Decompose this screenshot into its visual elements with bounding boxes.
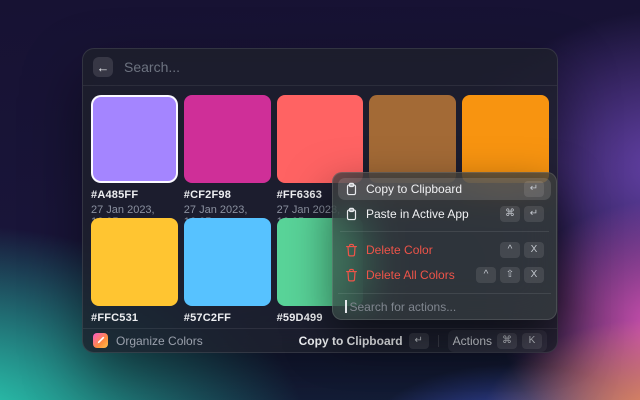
action-menu-items: Copy to Clipboard ↵ Paste in Active App ⌘↵ D…: [338, 178, 551, 293]
command-key-badge: ⌘: [497, 333, 517, 349]
color-swatch[interactable]: [91, 95, 178, 183]
actions-label: Actions: [453, 334, 492, 348]
clipboard-icon: [345, 207, 358, 221]
action-menu: Copy to Clipboard ↵ Paste in Active App ⌘↵ D…: [332, 172, 557, 320]
organize-colors-app-icon: [93, 333, 108, 348]
color-hex-label: #CF2F98: [184, 189, 271, 201]
color-swatch[interactable]: [369, 95, 456, 183]
color-swatch[interactable]: [462, 95, 549, 183]
footer-bar: Organize Colors Copy to Clipboard ↵ Acti…: [83, 328, 557, 352]
color-hex-label: #FFC531: [91, 312, 178, 324]
back-button[interactable]: ←: [93, 57, 113, 77]
menu-item-label: Delete All Colors: [366, 268, 455, 282]
shortcut-key-badge: ⇧: [500, 267, 520, 283]
pen-icon: [96, 332, 105, 350]
menu-divider: [340, 231, 549, 232]
menu-item-label: Delete Color: [366, 243, 433, 257]
menu-item-shortcuts: ^⇧X: [476, 267, 544, 283]
trash-icon: [345, 268, 358, 282]
shortcut-key-badge: X: [524, 242, 544, 258]
color-hex-label: #57C2FF: [184, 312, 271, 324]
action-search-field[interactable]: Search for actions...: [338, 293, 551, 319]
menu-item[interactable]: Paste in Active App ⌘↵: [338, 203, 551, 225]
back-arrow-icon: ←: [97, 61, 110, 74]
footer-divider: [438, 335, 439, 347]
shortcut-key-badge: ^: [476, 267, 496, 283]
color-swatch[interactable]: [184, 218, 271, 306]
shortcut-key-badge: X: [524, 267, 544, 283]
menu-item-shortcuts: ⌘↵: [500, 206, 544, 222]
footer-actions: Copy to Clipboard ↵ Actions ⌘ K: [299, 330, 547, 352]
shortcut-key-badge: ^: [500, 242, 520, 258]
primary-action-label[interactable]: Copy to Clipboard: [299, 334, 403, 348]
shortcut-key-badge: ↵: [524, 181, 544, 197]
search-bar: ←: [83, 49, 557, 86]
color-cell[interactable]: #FFC53127 Jan 2023, 16:05: [91, 218, 178, 328]
color-hex-label: #A485FF: [91, 189, 178, 201]
color-swatch[interactable]: [184, 95, 271, 183]
actions-button[interactable]: Actions ⌘ K: [448, 330, 547, 352]
shortcut-key-badge: ↵: [524, 206, 544, 222]
trash-icon: [345, 243, 358, 257]
menu-item-shortcuts: ^X: [500, 242, 544, 258]
menu-item[interactable]: Delete All Colors ^⇧X: [338, 264, 551, 286]
menu-item-label: Copy to Clipboard: [366, 182, 462, 196]
color-swatch[interactable]: [91, 218, 178, 306]
text-cursor: [345, 300, 347, 313]
color-cell[interactable]: #A485FF27 Jan 2023, 16:05: [91, 95, 178, 218]
return-key-badge: ↵: [409, 333, 429, 349]
shortcut-key-badge: ⌘: [500, 206, 520, 222]
menu-item-label: Paste in Active App: [366, 207, 469, 221]
menu-item-shortcuts: ↵: [524, 181, 544, 197]
color-swatch[interactable]: [277, 95, 364, 183]
color-cell[interactable]: #CF2F9827 Jan 2023, 16:05: [184, 95, 271, 218]
k-key-badge: K: [522, 333, 542, 349]
clipboard-icon: [345, 182, 358, 196]
screen: ← #A485FF27 Jan 2023, 16:05#CF2F9827 Jan…: [0, 0, 640, 400]
color-cell[interactable]: #57C2FF27 Jan 2023, 16:05: [184, 218, 271, 328]
search-input[interactable]: [124, 59, 547, 75]
menu-item[interactable]: Delete Color ^X: [338, 239, 551, 261]
menu-item[interactable]: Copy to Clipboard ↵: [338, 178, 551, 200]
action-search-placeholder: Search for actions...: [350, 300, 457, 314]
app-name-label: Organize Colors: [116, 334, 203, 348]
